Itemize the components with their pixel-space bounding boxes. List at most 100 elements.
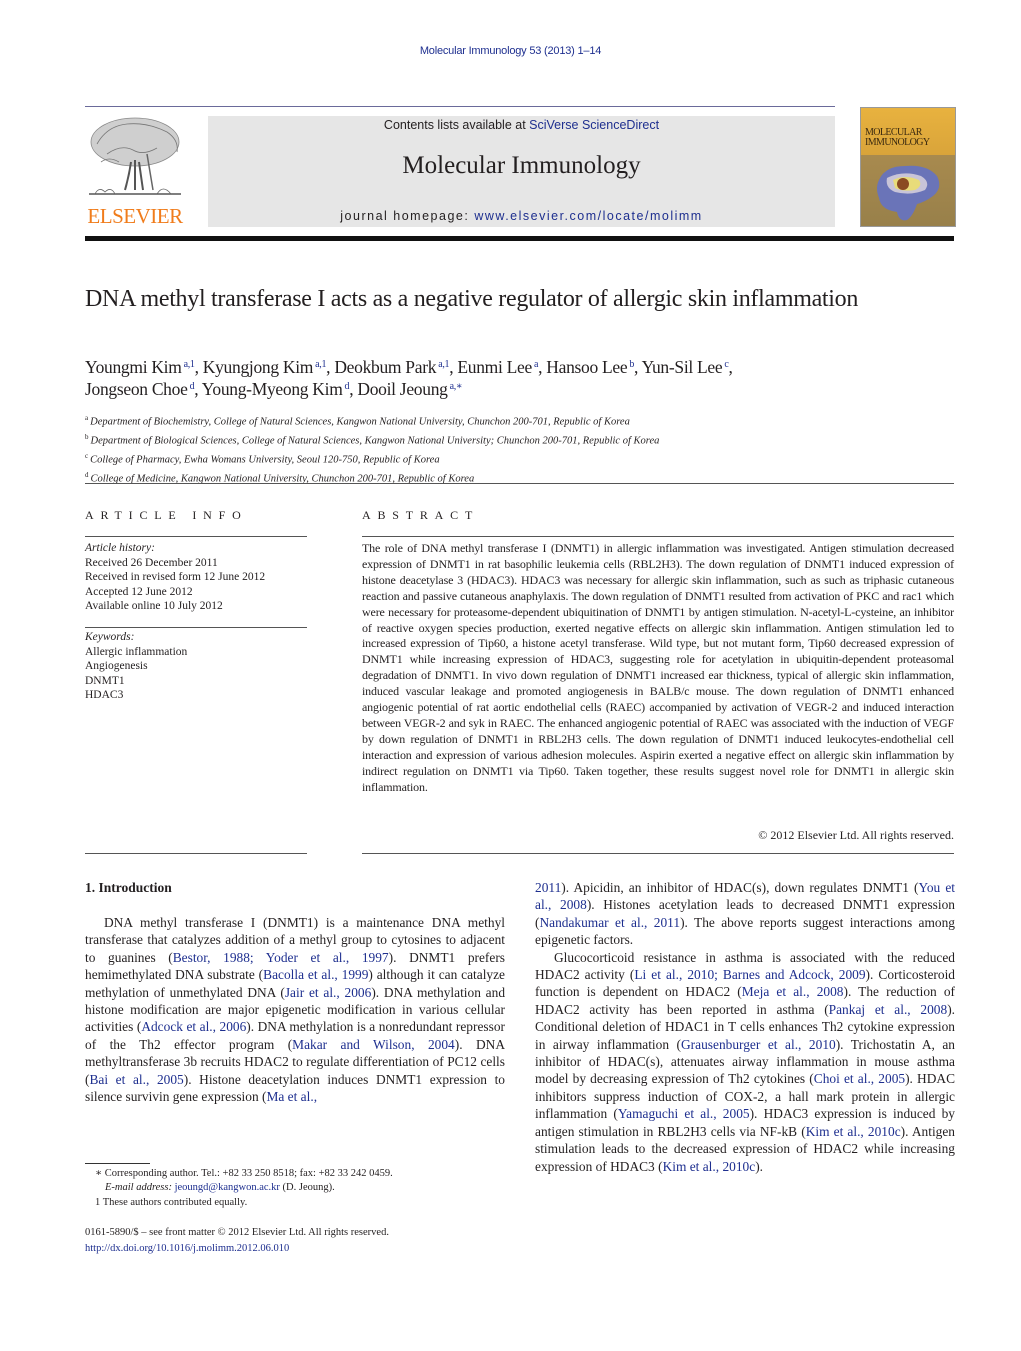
citation-link[interactable]: Kim et al., 2010c	[806, 1124, 901, 1139]
contents-prefix: Contents lists available at	[383, 118, 530, 132]
history-item: Accepted 12 June 2012	[85, 585, 193, 598]
affiliation-rule	[85, 483, 954, 484]
keywords-label: Keywords:	[85, 631, 135, 643]
footnote-rule	[85, 1163, 150, 1164]
affiliation-key: a	[85, 414, 89, 422]
affiliation-list: a Department of Biochemistry, College of …	[85, 411, 945, 487]
journal-masthead: Contents lists available at SciVerse Sci…	[208, 116, 835, 227]
citation-link[interactable]: Kim et al., 2010c	[663, 1159, 756, 1174]
author-separator: ,	[634, 357, 642, 377]
body-column-right: 2011). Apicidin, an inhibitor of HDAC(s)…	[535, 879, 955, 1175]
author-affiliation-link[interactable]: a,1	[184, 359, 195, 370]
citation-link[interactable]: Jair et al., 2006	[285, 985, 371, 1000]
article-info-heading: ARTICLE INFO	[85, 508, 248, 522]
abstract-end-rule	[362, 853, 954, 854]
author-affiliation-link[interactable]: d	[345, 381, 350, 392]
abstract-heading: ABSTRACT	[362, 508, 480, 522]
email-label: E-mail address:	[105, 1182, 175, 1194]
keyword: HDAC3	[85, 689, 124, 701]
citation-link[interactable]: Meja et al., 2008	[742, 984, 844, 999]
citation-link[interactable]: Bacolla et al., 1999	[263, 967, 368, 982]
article-history-label: Article history:	[85, 542, 155, 554]
article-info-rule	[85, 536, 307, 537]
author-list: Youngmi Kim a,1, Kyungjong Kim a,1, Deokbu…	[85, 356, 955, 400]
citation-link[interactable]: Pankaj et al., 2008	[829, 1002, 948, 1017]
affiliation: a Department of Biochemistry, College of …	[85, 411, 945, 430]
homepage-link[interactable]: www.elsevier.com/locate/molimm	[474, 209, 702, 223]
citation-link[interactable]: Nandakumar et al., 2011	[539, 915, 680, 930]
author-name: Deokbum Park	[334, 357, 437, 377]
journal-name: Molecular Immunology	[402, 152, 641, 179]
body-column-left: DNA methyl transferase I (DNMT1) is a ma…	[85, 914, 505, 1105]
cover-title-line2: IMMUNOLOGY	[865, 137, 930, 148]
author-name: Eunmi Lee	[457, 357, 532, 377]
equal-contribution-footnote: 1 These authors contributed equally.	[85, 1196, 505, 1210]
keyword: DNMT1	[85, 674, 125, 687]
citation-link[interactable]: Grausenburger et al., 2010	[681, 1037, 836, 1052]
author-name: Dooil Jeoung	[357, 379, 448, 399]
email-footnote: E-mail address: jeoungd@kangwon.ac.kr (D…	[85, 1181, 505, 1195]
corresponding-author-text: Corresponding author. Tel.: +82 33 250 8…	[104, 1168, 393, 1179]
author-name: Hansoo Lee	[546, 357, 628, 377]
keyword: Angiogenesis	[85, 660, 148, 672]
author-affiliation-link[interactable]: a,1	[315, 359, 326, 370]
history-item: Received 26 December 2011	[85, 556, 218, 569]
history-item: Received in revised form 12 June 2012	[85, 571, 266, 583]
cover-title: MOLECULAR IMMUNOLOGY	[865, 128, 951, 148]
section-heading-introduction: 1. Introduction	[85, 880, 172, 895]
issn-copyright: 0161-5890/$ – see front matter © 2012 El…	[85, 1227, 389, 1238]
author-affiliation-link[interactable]: d	[190, 381, 195, 392]
citation-link[interactable]: Makar and Wilson, 2004	[292, 1037, 455, 1052]
footnote-mark: ∗	[95, 1168, 103, 1179]
intro-paragraph-1-continued: 2011). Apicidin, an inhibitor of HDAC(s)…	[535, 880, 955, 948]
email-link[interactable]: jeoungd@kangwon.ac.kr	[175, 1182, 280, 1193]
affiliation: b Department of Biological Sciences, Coll…	[85, 430, 945, 449]
citation-link[interactable]: Choi et al., 2005	[814, 1071, 905, 1086]
citation-link[interactable]: You et al., 2008	[535, 880, 955, 912]
elsevier-wordmark: ELSEVIER	[87, 204, 183, 228]
author-separator: ,	[728, 357, 733, 377]
citation-link[interactable]: Yamaguchi et al., 2005	[618, 1106, 750, 1121]
email-suffix: (D. Jeoung).	[279, 1182, 335, 1194]
author-affiliation-link[interactable]: c	[724, 359, 728, 370]
abstract-text: The role of DNA methyl transferase I (DN…	[362, 541, 954, 794]
contents-line: Contents lists available at SciVerse Sci…	[208, 118, 835, 132]
article-title: DNA methyl transferase I acts as a negat…	[85, 286, 859, 312]
journal-reference[interactable]: Molecular Immunology 53 (2013) 1–14	[0, 45, 1021, 57]
intro-paragraph-1: DNA methyl transferase I (DNMT1) is a ma…	[85, 915, 506, 1105]
citation-link[interactable]: Adcock et al., 2006	[141, 1019, 246, 1034]
article-history: Article history: Received 26 December 20…	[85, 541, 307, 614]
sciencedirect-link[interactable]: SciVerse ScienceDirect	[529, 118, 659, 132]
header-rule	[85, 106, 835, 107]
journal-cover-thumbnail[interactable]: MOLECULAR IMMUNOLOGY	[860, 107, 956, 227]
author-name: Yun-Sil Lee	[641, 357, 723, 377]
author-affiliation-link[interactable]: b	[629, 359, 634, 370]
elsevier-logo[interactable]: ELSEVIER	[85, 110, 185, 228]
author-separator: ,	[194, 379, 202, 399]
author-affiliation-link[interactable]: a,1	[438, 359, 449, 370]
author-affiliation-link[interactable]: a	[534, 359, 538, 370]
citation-link[interactable]: Bai et al., 2005	[89, 1072, 183, 1087]
doi-link[interactable]: http://dx.doi.org/10.1016/j.molimm.2012.…	[85, 1243, 289, 1254]
author-affiliation-link[interactable]: a,∗	[450, 381, 463, 392]
intro-paragraph-2: Glucocorticoid resistance in asthma is a…	[535, 949, 956, 1174]
affiliation: c College of Pharmacy, Ewha Womans Univer…	[85, 449, 945, 468]
homepage-line: journal homepage: www.elsevier.com/locat…	[208, 209, 835, 223]
history-item: Available online 10 July 2012	[85, 600, 223, 612]
keyword: Allergic inflammation	[85, 645, 188, 658]
elsevier-tree-icon	[89, 117, 181, 195]
citation-link[interactable]: 2011	[535, 880, 561, 895]
author-name: Young-Myeong Kim	[201, 379, 343, 399]
front-matter: 0161-5890/$ – see front matter © 2012 El…	[85, 1225, 515, 1256]
affiliation-text: Department of Biochemistry, College of N…	[90, 416, 630, 428]
affiliation-key: d	[85, 471, 89, 479]
equal-contribution-text: These authors contributed equally.	[102, 1196, 248, 1208]
citation-link[interactable]: Ma et al.,	[266, 1089, 317, 1104]
author-name: Kyungjong Kim	[202, 357, 314, 377]
affiliation-text: College of Pharmacy, Ewha Womans Univers…	[90, 454, 440, 466]
citation-link[interactable]: Li et al., 2010; Barnes and Adcock, 2009	[634, 967, 865, 982]
corresponding-author-footnote: ∗ Corresponding author. Tel.: +82 33 250…	[85, 1167, 505, 1181]
citation-link[interactable]: Bestor, 1988; Yoder et al., 1997	[173, 950, 389, 965]
author-name: Jongseon Choe	[85, 379, 188, 399]
keywords-rule	[85, 627, 307, 628]
